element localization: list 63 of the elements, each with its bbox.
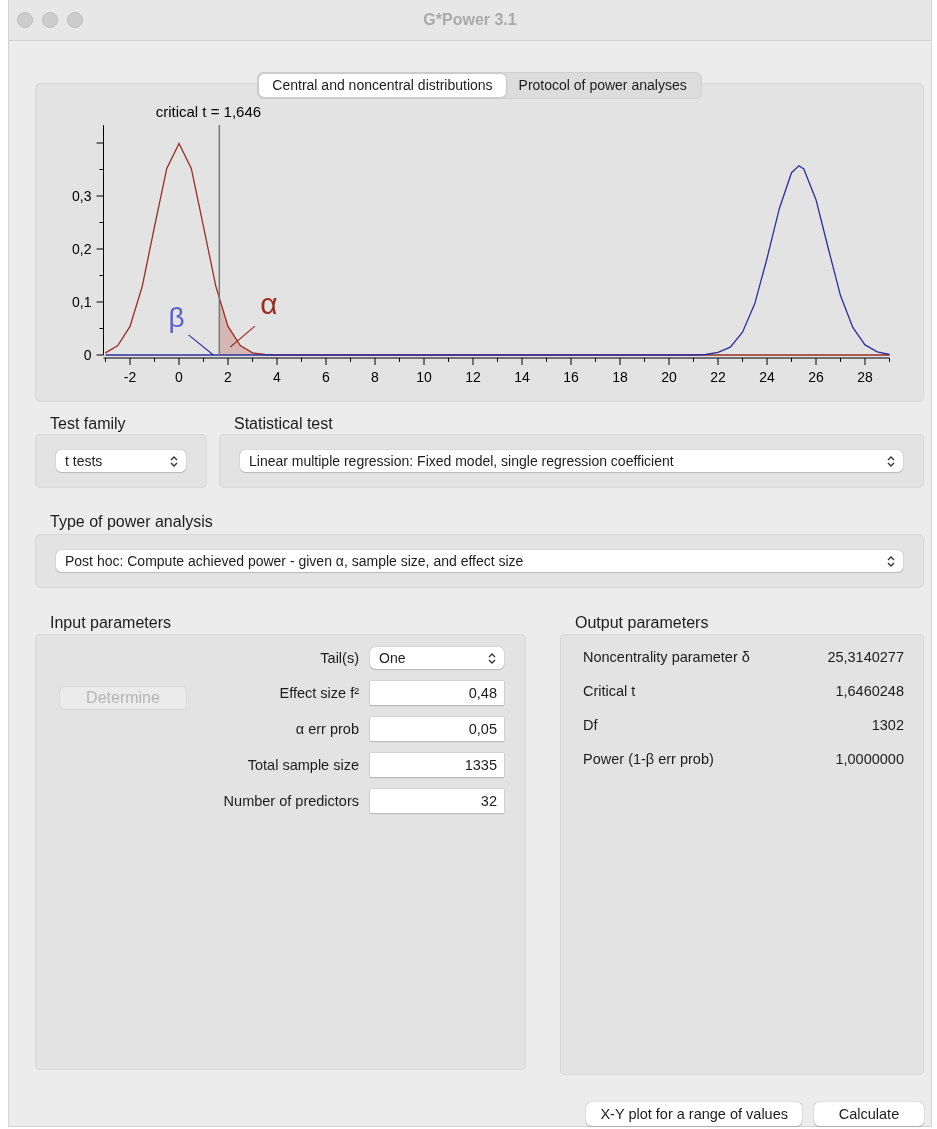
tick-label: 20 [661, 369, 677, 385]
output-value: 1,0000000 [834, 751, 904, 767]
field-label: Number of predictors [222, 793, 359, 809]
tick-label: 16 [563, 369, 579, 385]
window-title: G*Power 3.1 [423, 11, 517, 29]
field-label: Effect size f² [278, 685, 359, 701]
tick-label: 24 [759, 369, 775, 385]
section-label: Type of power analysis [49, 512, 214, 532]
chevron-icon [488, 652, 496, 664]
close-button[interactable] [17, 12, 33, 28]
zoom-button[interactable] [67, 12, 83, 28]
tick-label: 28 [857, 369, 873, 385]
action-button[interactable]: X-Y plot for a range of values [586, 1102, 802, 1126]
section-label: Output parameters [574, 613, 710, 633]
output-label: Df [583, 717, 599, 733]
tick-label: 18 [612, 369, 628, 385]
tick-label: 26 [808, 369, 824, 385]
tick-label: 10 [416, 369, 432, 385]
output-label: Noncentrality parameter δ [583, 649, 751, 665]
field-label: Total sample size [246, 757, 359, 773]
symbol-label: β [168, 301, 185, 333]
chevron-icon [887, 555, 895, 567]
tick-label: -2 [123, 369, 137, 385]
section-label: Test family [49, 414, 127, 434]
tick-label: 0 [175, 369, 183, 385]
input-field[interactable]: 0,48 [370, 681, 504, 705]
tick-label: 0,3 [72, 188, 92, 204]
chevron-icon [887, 455, 895, 467]
tick-label: 0 [83, 347, 92, 363]
tick-label: 12 [465, 369, 481, 385]
minimize-button[interactable] [42, 12, 58, 28]
tick-label: 14 [514, 369, 530, 385]
chevron-icon [170, 455, 178, 467]
tab[interactable]: Protocol of power analyses [505, 74, 700, 97]
output-label: Power (1-β err prob) [583, 751, 715, 767]
tick-label: 0,1 [72, 294, 92, 310]
symbol-label: α [260, 287, 278, 321]
action-button[interactable]: Calculate [814, 1102, 924, 1126]
output-value: 25,3140277 [827, 649, 904, 665]
input-field[interactable]: 32 [370, 789, 504, 813]
tick-label: 8 [371, 369, 379, 385]
power-analysis-select[interactable]: Post hoc: Compute achieved power - given α, sample size, and effect size [56, 550, 903, 572]
tick-label: 2 [224, 369, 232, 385]
input-field[interactable]: 1335 [370, 753, 504, 777]
field-label: Tail(s) [319, 650, 359, 666]
output-value: 1302 [870, 717, 904, 733]
test-family-select[interactable]: t tests [56, 450, 186, 472]
critical-label: critical t = 1,646 [155, 102, 262, 120]
tick-label: 4 [273, 369, 281, 385]
tails-select[interactable]: One [370, 647, 504, 669]
output-value: 1,6460248 [834, 683, 904, 699]
tab[interactable]: Central and noncentral distributions [259, 74, 506, 97]
tick-label: 0,2 [72, 241, 92, 257]
statistical-test-select[interactable]: Linear multiple regression: Fixed model, single regression coefficient [240, 450, 903, 472]
field-label: α err prob [294, 721, 359, 737]
leader-line [188, 334, 214, 356]
tick-label: 6 [322, 369, 330, 385]
input-field[interactable]: 0,05 [370, 717, 504, 741]
section-label: Input parameters [49, 613, 172, 633]
output-label: Critical t [583, 683, 637, 699]
section-label: Statistical test [233, 414, 334, 434]
tick-label: 22 [710, 369, 726, 385]
leader-line [229, 325, 256, 348]
